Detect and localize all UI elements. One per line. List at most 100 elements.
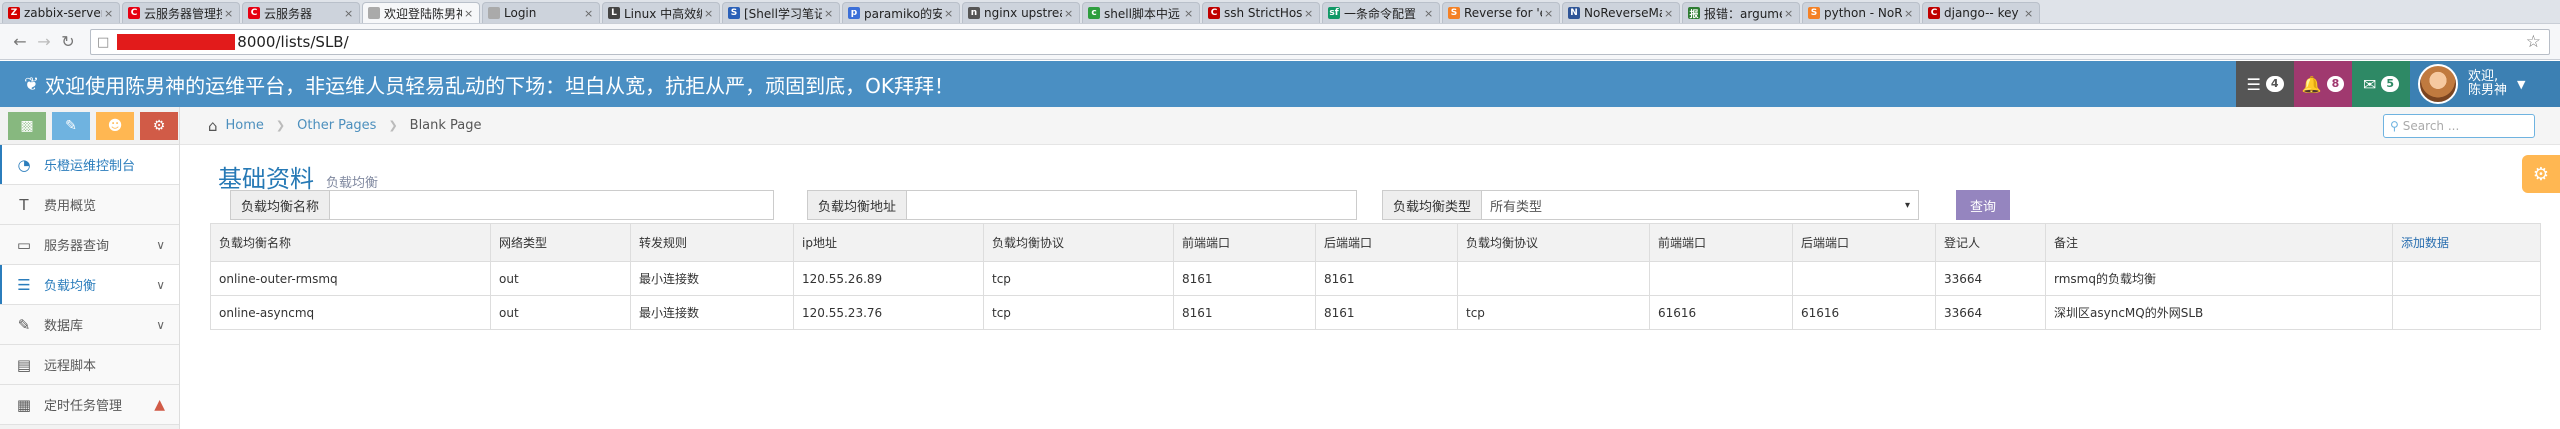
tab-close-icon[interactable]: ×: [2024, 7, 2034, 20]
browser-tab[interactable]: n nginx upstrea ×: [962, 2, 1080, 23]
browser-tab[interactable]: Cssh StrictHost ×: [1202, 2, 1320, 23]
tab-close-icon[interactable]: ×: [1064, 7, 1074, 20]
browser-tab[interactable]: C 云服务器管理控 ×: [122, 2, 240, 23]
pencil-icon: ✎: [17, 315, 31, 334]
slb-address-input[interactable]: [907, 190, 1358, 220]
slb-name-input[interactable]: [330, 190, 775, 220]
filter-slb-name: 负载均衡名称: [230, 190, 775, 220]
sidebar-item[interactable]: ✎ 数据库 ∨: [0, 305, 179, 345]
filter-slb-type: 负载均衡类型 所有类型 ▾: [1382, 190, 1920, 220]
tab-close-icon[interactable]: ×: [1544, 7, 1554, 20]
column-header: 转发规则: [630, 223, 794, 262]
tab-close-icon[interactable]: ×: [1784, 7, 1794, 20]
messages-button[interactable]: ✉ 5: [2352, 61, 2410, 107]
signal-icon[interactable]: ▩: [8, 111, 46, 140]
tab-title: Login: [504, 6, 537, 20]
tab-close-icon[interactable]: ×: [1664, 7, 1674, 20]
browser-tab[interactable]: S [Shell学习笔记 ×: [722, 2, 840, 23]
pencil-icon[interactable]: ✎: [52, 111, 90, 140]
column-header: 前端端口: [1173, 223, 1316, 262]
table-cell: 61616: [1649, 295, 1793, 330]
slb-type-select[interactable]: 所有类型 ▾: [1482, 190, 1920, 220]
cogs-icon[interactable]: ⚙: [140, 111, 178, 140]
dashboard-icon: ◔: [17, 155, 31, 174]
tab-close-icon[interactable]: ×: [104, 7, 114, 20]
sidebar-item[interactable]: T 费用概览: [0, 185, 179, 225]
sidebar-item-label: 数据库: [44, 319, 84, 334]
sidebar-menu: ◔ 乐橙运维控制台 T 费用概览 ▭ 服务器查询 ∨ ☰ 负载均衡 ∨ ✎ 数据库 ∨ ▤ 远程脚本 ▦ 定时任…: [0, 145, 179, 425]
table-cell: 120.55.23.76: [793, 295, 984, 330]
user-menu[interactable]: 欢迎, 陈男神 ▼: [2410, 61, 2560, 107]
tasks-button[interactable]: ☰ 4: [2236, 61, 2294, 107]
breadcrumb-current: Blank Page: [409, 118, 482, 133]
browser-tab[interactable]: Zzabbix-server ×: [2, 2, 120, 23]
page-title: 基础资料: [218, 165, 314, 193]
table-cell: 最小连接数: [630, 261, 794, 296]
search-input[interactable]: ⚲ Search ...: [2383, 114, 2535, 138]
tab-close-icon[interactable]: ×: [464, 7, 474, 20]
tab-close-icon[interactable]: ×: [224, 7, 234, 20]
sidebar-item-label: 远程脚本: [44, 359, 97, 374]
query-button[interactable]: 查询: [1956, 190, 2010, 220]
table-row: online-outer-rmsmq out 最小连接数 120.55.26.89 tc…: [210, 261, 2541, 296]
tab-title: [Shell学习笔记: [744, 6, 822, 21]
tab-favicon-icon: S: [1448, 7, 1460, 19]
tab-title: paramiko的安: [864, 6, 942, 21]
add-data-link[interactable]: 添加数据: [2392, 223, 2541, 262]
sidebar-item[interactable]: ▤ 远程脚本: [0, 345, 179, 385]
breadcrumb-section[interactable]: Other Pages: [297, 118, 376, 133]
browser-tab[interactable]: L Linux 中高效编 ×: [602, 2, 720, 23]
browser-tab[interactable]: C 云服务器 ×: [242, 2, 360, 23]
table-cell: 最小连接数: [630, 295, 794, 330]
table-cell: 33664: [1935, 261, 2046, 296]
tab-title: 云服务器: [264, 6, 313, 21]
browser-tab[interactable]: c shell脚本中远 ×: [1082, 2, 1200, 23]
table-cell: 8161: [1173, 261, 1316, 296]
tab-close-icon[interactable]: ×: [584, 7, 594, 20]
sidebar-item[interactable]: ◔ 乐橙运维控制台: [0, 145, 179, 185]
tab-close-icon[interactable]: ×: [1424, 7, 1434, 20]
notifications-button[interactable]: 🔔 8: [2294, 61, 2352, 107]
reload-icon[interactable]: ↻: [56, 30, 80, 54]
sidebar-item[interactable]: ☰ 负载均衡 ∨: [0, 265, 179, 305]
column-header: 备注: [2045, 223, 2393, 262]
sidebar-item-label: 定时任务管理: [44, 399, 123, 414]
browser-tab[interactable]: Login ×: [482, 2, 600, 23]
breadcrumb-home[interactable]: Home: [226, 118, 264, 133]
browser-tab[interactable]: p paramiko的安 ×: [842, 2, 960, 23]
sidebar-item[interactable]: ▦ 定时任务管理 ▲: [0, 385, 179, 425]
back-arrow-icon[interactable]: ←: [8, 30, 32, 54]
forward-arrow-icon[interactable]: →: [32, 30, 56, 54]
tab-favicon-icon: C: [248, 7, 260, 19]
bookmark-star-icon[interactable]: ☆: [2526, 32, 2541, 52]
tab-close-icon[interactable]: ×: [704, 7, 714, 20]
sidebar-item[interactable]: ▭ 服务器查询 ∨: [0, 225, 179, 265]
tab-close-icon[interactable]: ×: [824, 7, 834, 20]
tab-favicon-icon: p: [848, 7, 860, 19]
tab-close-icon[interactable]: ×: [1904, 7, 1914, 20]
tab-title: 报错：argume: [1704, 6, 1782, 21]
table-cell: 深圳区asyncMQ的外网SLB: [2045, 295, 2393, 330]
tab-title: zabbix-server: [24, 6, 102, 20]
search-icon: ⚲: [2390, 119, 2399, 133]
tab-close-icon[interactable]: ×: [944, 7, 954, 20]
column-header: 网络类型: [490, 223, 631, 262]
url-input[interactable]: □ 8000/lists/SLB/ ☆: [90, 29, 2550, 55]
browser-tab[interactable]: Cdjango-- key ×: [1922, 2, 2040, 23]
brand[interactable]: ❦ 欢迎使用陈男神的运维平台，非运维人员轻易乱动的下场：坦白从宽，抗拒从严，顽固…: [0, 70, 954, 99]
browser-tab[interactable]: S Reverse for 'e ×: [1442, 2, 1560, 23]
column-header: 后端端口: [1315, 223, 1458, 262]
browser-tab[interactable]: 欢迎登陆陈男神 ×: [362, 2, 480, 23]
browser-tab[interactable]: sf 一条命令配置 ×: [1322, 2, 1440, 23]
tab-close-icon[interactable]: ×: [1304, 7, 1314, 20]
browser-tab[interactable]: N NoReverseMat×: [1562, 2, 1680, 23]
table-cell: 33664: [1935, 295, 2046, 330]
tab-close-icon[interactable]: ×: [1184, 7, 1194, 20]
sidebar: ▩ ✎ ☻ ⚙ ◔ 乐橙运维控制台 T 费用概览 ▭ 服务器查询 ∨ ☰ 负载均衡 ∨ ✎ 数据库 ∨ ▤…: [0, 107, 180, 429]
table-header-row: 负载均衡名称 网络类型 转发规则 ip地址 负载均衡协议 前端端口 后端端口 负载均衡协议 前端…: [210, 223, 2541, 262]
slb-type-value: 所有类型: [1490, 199, 1543, 215]
browser-tab[interactable]: 报报错：argume ×: [1682, 2, 1800, 23]
tab-close-icon[interactable]: ×: [344, 7, 354, 20]
browser-tab[interactable]: Spython - NoR ×: [1802, 2, 1920, 23]
group-icon[interactable]: ☻: [96, 111, 134, 140]
